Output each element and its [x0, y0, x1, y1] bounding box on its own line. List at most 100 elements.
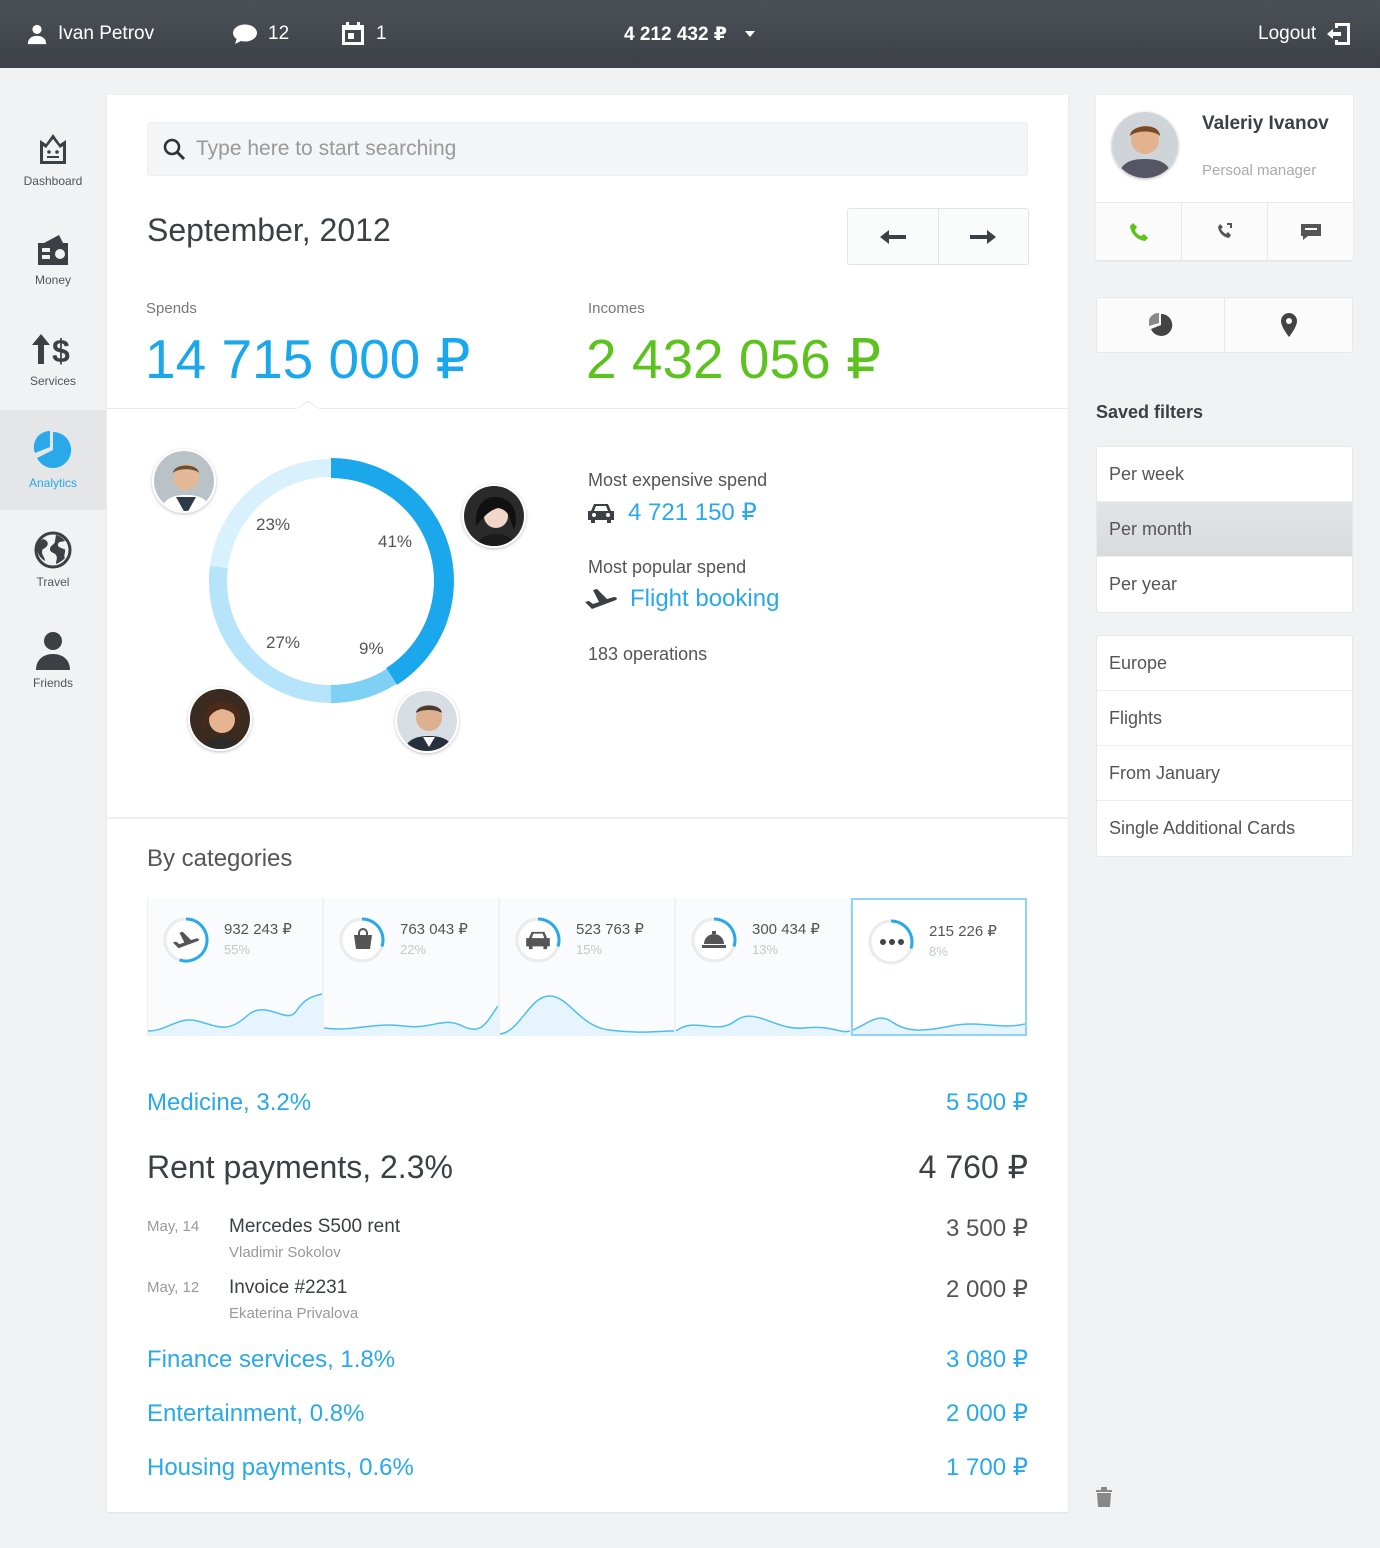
logout-icon — [1327, 23, 1351, 45]
search-input[interactable] — [196, 137, 996, 161]
message-button[interactable] — [1268, 203, 1353, 260]
categories-strip: 932 243 ₽ 55% 763 043 ₽ 22% 523 763 ₽ 15… — [147, 898, 1029, 1036]
filter-per-week[interactable]: Per week — [1097, 447, 1352, 502]
category-percent: 8% — [929, 944, 948, 959]
nav-label: Analytics — [28, 476, 78, 490]
category-name: Rent payments, 2.3% — [147, 1149, 453, 1185]
prev-period-button[interactable] — [848, 209, 939, 264]
nav-item-friends[interactable]: Friends — [0, 610, 106, 710]
category-name: Entertainment, 0.8% — [147, 1400, 365, 1427]
nav-item-services[interactable]: $ Services — [0, 310, 106, 410]
category-name: Medicine, 3.2% — [147, 1089, 312, 1116]
incomes-label: Incomes — [588, 300, 645, 317]
category-row-medicine[interactable]: Medicine, 3.2% 5 500 ₽ — [147, 1088, 1028, 1117]
shopping-bag-icon — [354, 928, 372, 949]
most-popular-value[interactable]: Flight booking — [584, 585, 779, 613]
search-box — [147, 122, 1028, 176]
nav-label: Travel — [36, 575, 70, 589]
period-filter-list: Per week Per month Per year — [1096, 446, 1353, 613]
most-popular-category: Flight booking — [630, 585, 780, 612]
category-row-rent[interactable]: Rent payments, 2.3% 4 760 ₽ — [147, 1148, 1028, 1186]
svg-text:$: $ — [52, 333, 70, 368]
balance-dropdown[interactable]: 4 212 432 ₽ — [624, 0, 757, 68]
transaction-title: Mercedes S500 rent — [229, 1216, 401, 1237]
manager-name: Valeriy Ivanov — [1202, 113, 1329, 134]
category-tile[interactable]: 932 243 ₽ 55% — [147, 898, 323, 1036]
donut-label-9: 9% — [359, 639, 384, 658]
nav-item-dashboard[interactable]: Dashboard — [0, 110, 106, 210]
category-amount: 763 043 ₽ — [400, 921, 468, 938]
category-total: 4 760 ₽ — [918, 1149, 1028, 1185]
filter-flights[interactable]: Flights — [1097, 691, 1352, 746]
filter-single-additional-cards[interactable]: Single Additional Cards — [1097, 801, 1352, 856]
category-percent: 13% — [752, 942, 779, 957]
category-sparkline — [324, 1005, 498, 1036]
phone-icon — [1129, 222, 1148, 241]
donut-segment — [330, 668, 397, 703]
calendar-icon — [342, 22, 364, 45]
messages-button[interactable]: 12 — [232, 0, 289, 68]
logout-button[interactable]: Logout — [1258, 0, 1352, 68]
category-row-entertainment[interactable]: Entertainment, 0.8% 2 000 ₽ — [147, 1399, 1028, 1428]
category-tile-selected[interactable]: 215 226 ₽ 8% — [851, 898, 1027, 1036]
events-count: 1 — [376, 23, 387, 44]
category-sparkline — [148, 993, 322, 1036]
friend-avatar[interactable] — [152, 449, 216, 513]
divider — [107, 817, 1068, 819]
nav-item-money[interactable]: Money — [0, 210, 106, 310]
top-bar: Ivan Petrov 12 1 4 212 432 ₽ Logout — [0, 0, 1380, 68]
category-total: 2 000 ₽ — [946, 1400, 1028, 1427]
car-icon — [526, 931, 550, 950]
arrow-left-icon — [879, 229, 906, 244]
side-nav: Dashboard Money $ Services Analytics Tra… — [0, 110, 106, 710]
call-button[interactable] — [1096, 203, 1182, 260]
category-row-finance[interactable]: Finance services, 1.8% 3 080 ₽ — [147, 1345, 1028, 1374]
user-menu[interactable]: Ivan Petrov — [26, 0, 154, 68]
nav-item-analytics[interactable]: Analytics — [0, 410, 106, 510]
chat-bubble-icon — [233, 24, 257, 44]
transaction-date: May, 14 — [147, 1218, 200, 1235]
friend-avatar[interactable] — [395, 689, 459, 753]
service-bell-icon — [702, 931, 726, 948]
main-panel: September, 2012 Spends 14 715 000 ₽ Inco… — [107, 95, 1068, 1512]
callback-button[interactable] — [1182, 203, 1268, 260]
filter-from-january[interactable]: From January — [1097, 746, 1352, 801]
pointer-notch — [297, 401, 319, 410]
delete-filter-button[interactable] — [1094, 1486, 1114, 1513]
chevron-down-icon — [745, 31, 756, 37]
car-icon — [588, 503, 614, 523]
category-amount: 932 243 ₽ — [224, 921, 292, 938]
filter-per-year[interactable]: Per year — [1097, 557, 1352, 612]
calendar-button[interactable]: 1 — [340, 0, 387, 68]
money-icon — [38, 235, 68, 265]
transaction-amount: 3 500 ₽ — [946, 1215, 1028, 1242]
friends-icon — [36, 632, 70, 670]
category-sparkline — [676, 1015, 850, 1036]
filter-europe[interactable]: Europe — [1097, 636, 1352, 691]
next-period-button[interactable] — [939, 209, 1029, 264]
manager-actions — [1096, 202, 1353, 260]
most-popular-label: Most popular spend — [588, 557, 747, 577]
category-amount: 523 763 ₽ — [576, 921, 644, 938]
nav-item-travel[interactable]: Travel — [0, 510, 106, 610]
category-tile[interactable]: 300 434 ₽ 13% — [675, 898, 851, 1036]
donut-segment — [330, 458, 454, 685]
plane-icon — [172, 931, 200, 949]
map-view-button[interactable] — [1225, 298, 1352, 352]
category-row-housing[interactable]: Housing payments, 0.6% 1 700 ₽ — [147, 1453, 1028, 1482]
friend-avatar[interactable] — [462, 484, 526, 548]
manager-avatar — [1112, 112, 1178, 178]
trash-icon — [1096, 1487, 1112, 1507]
category-tile[interactable]: 523 763 ₽ 15% — [499, 898, 675, 1036]
filter-per-month[interactable]: Per month — [1097, 502, 1352, 557]
category-amount: 300 434 ₽ — [752, 921, 820, 938]
balance-value: 4 212 432 ₽ — [624, 23, 728, 45]
messages-count: 12 — [268, 23, 290, 44]
pie-chart-icon — [1148, 313, 1172, 336]
nav-label: Services — [29, 374, 76, 388]
globe-icon — [34, 531, 72, 569]
chart-view-button[interactable] — [1097, 298, 1225, 352]
category-tile[interactable]: 763 043 ₽ 22% — [323, 898, 499, 1036]
friend-avatar[interactable] — [188, 687, 252, 751]
transaction-person: Ekaterina Privalova — [229, 1305, 359, 1322]
